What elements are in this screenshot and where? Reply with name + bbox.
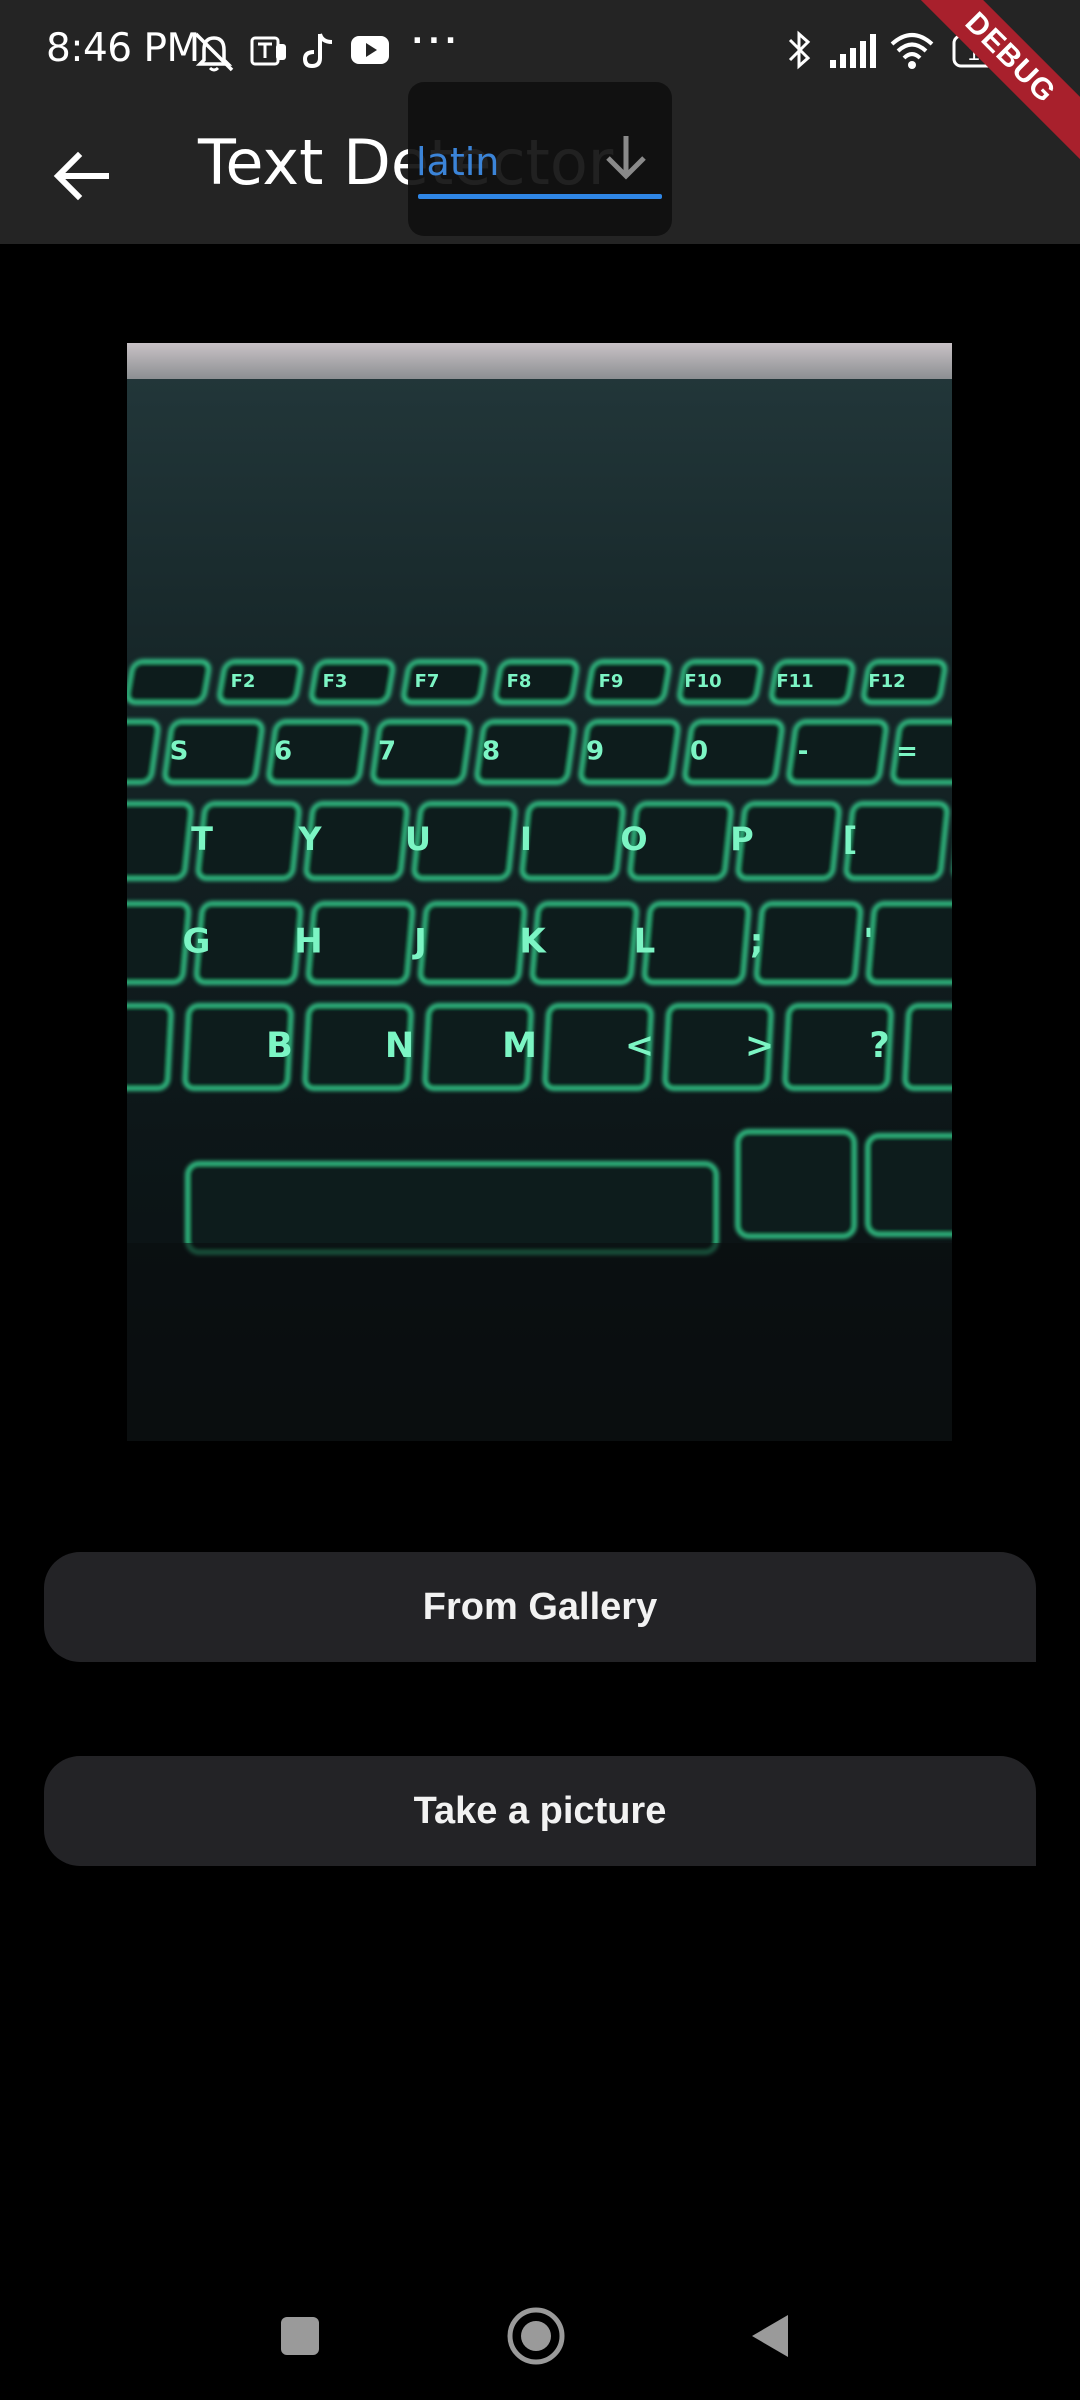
keyboard-key-label: < [625, 1026, 654, 1066]
script-dropdown[interactable]: latin [408, 82, 672, 236]
keyboard-key [735, 1129, 857, 1239]
keyboard-key-label: 0 [690, 736, 708, 766]
signal-icon [830, 34, 876, 68]
recents-square-icon[interactable] [278, 2314, 322, 2358]
keyboard-key [902, 1003, 952, 1091]
keyboard-key-label: L [634, 922, 656, 962]
keyboard-key-label: G [183, 922, 211, 962]
keyboard-key-label: 7 [378, 736, 396, 766]
arrow-down-icon [606, 136, 646, 180]
keyboard-key-label: M [502, 1026, 537, 1066]
keyboard-key-label: 9 [586, 736, 604, 766]
keyboard-key [127, 659, 211, 705]
keyboard-key [520, 801, 626, 881]
keyboard-key-label: ' [863, 922, 873, 962]
teams-icon [250, 36, 286, 66]
keyboard-key-label: F3 [323, 671, 348, 692]
keyboard-key-label: ; [750, 922, 764, 962]
keyboard-key-label: F9 [599, 671, 624, 692]
mute-icon [194, 32, 234, 72]
keyboard-key-label: F7 [415, 671, 440, 692]
keyboard-key [530, 901, 639, 985]
keyboard-key-label: N [385, 1026, 414, 1066]
back-triangle-icon[interactable] [748, 2312, 792, 2360]
keyboard-key-label: H [294, 922, 322, 962]
take-picture-button[interactable]: Take a picture [44, 1756, 1036, 1866]
keyboard-key-label: S [170, 736, 189, 766]
keyboard-key [185, 1161, 719, 1255]
keyboard-key [127, 901, 191, 985]
system-nav-bar [0, 2272, 1080, 2400]
selected-image: F2 F3 F7 F8 F9 F10 F11 F12 S 6 7 8 9 0 - = T Y U I O P [] G H J K L… [127, 343, 952, 1441]
keyboard-key [306, 901, 415, 985]
more-dots-icon: ··· [412, 20, 462, 62]
keyboard-key-label: T [191, 820, 213, 858]
dropdown-underline [418, 194, 662, 199]
keyboard-key [127, 801, 194, 881]
keyboard-key-label: = [896, 736, 918, 766]
keyboard-key-label: B [266, 1026, 293, 1066]
keyboard-key [642, 901, 751, 985]
keyboard-key-label: K [519, 922, 547, 962]
wifi-icon [890, 33, 934, 69]
keyboard-key-label: Y [297, 820, 322, 858]
keyboard-key-label: P [730, 820, 753, 858]
script-dropdown-value: latin [416, 140, 500, 184]
keyboard-key-label: U [405, 820, 431, 858]
keyboard-key [127, 1003, 174, 1091]
keyboard-key-label: ? [869, 1026, 889, 1066]
keyboard-key-label: [ [843, 820, 858, 858]
keyboard-key-label: J [412, 922, 427, 962]
keyboard-key-label: F12 [868, 671, 905, 692]
keyboard-key-label: 8 [482, 736, 500, 766]
keyboard-key-label: ] [951, 820, 952, 858]
arrow-back-icon[interactable] [44, 136, 124, 216]
keyboard-key-label: - [798, 736, 809, 766]
keyboard-key-label: F10 [684, 671, 721, 692]
home-circle-icon[interactable] [506, 2306, 566, 2366]
keyboard-key [418, 901, 527, 985]
keyboard-key [866, 901, 952, 985]
keyboard-key-label: O [620, 820, 647, 858]
keyboard-key [194, 901, 303, 985]
keyboard-key-label: F8 [507, 671, 532, 692]
keyboard-key-label: I [520, 820, 532, 858]
keyboard-key-label: 6 [274, 736, 292, 766]
youtube-icon [351, 36, 389, 64]
keyboard-key [754, 901, 863, 985]
keyboard-key [844, 801, 950, 881]
keyboard-key [865, 1133, 952, 1237]
keyboard-key-label: F2 [231, 671, 256, 692]
from-gallery-button[interactable]: From Gallery [44, 1552, 1036, 1662]
keyboard-key-label: F11 [776, 671, 813, 692]
status-time: 8:46 PM [46, 26, 200, 71]
tiktok-icon [302, 33, 333, 69]
bluetooth-icon [788, 30, 811, 70]
keyboard-key-label: > [745, 1026, 774, 1066]
